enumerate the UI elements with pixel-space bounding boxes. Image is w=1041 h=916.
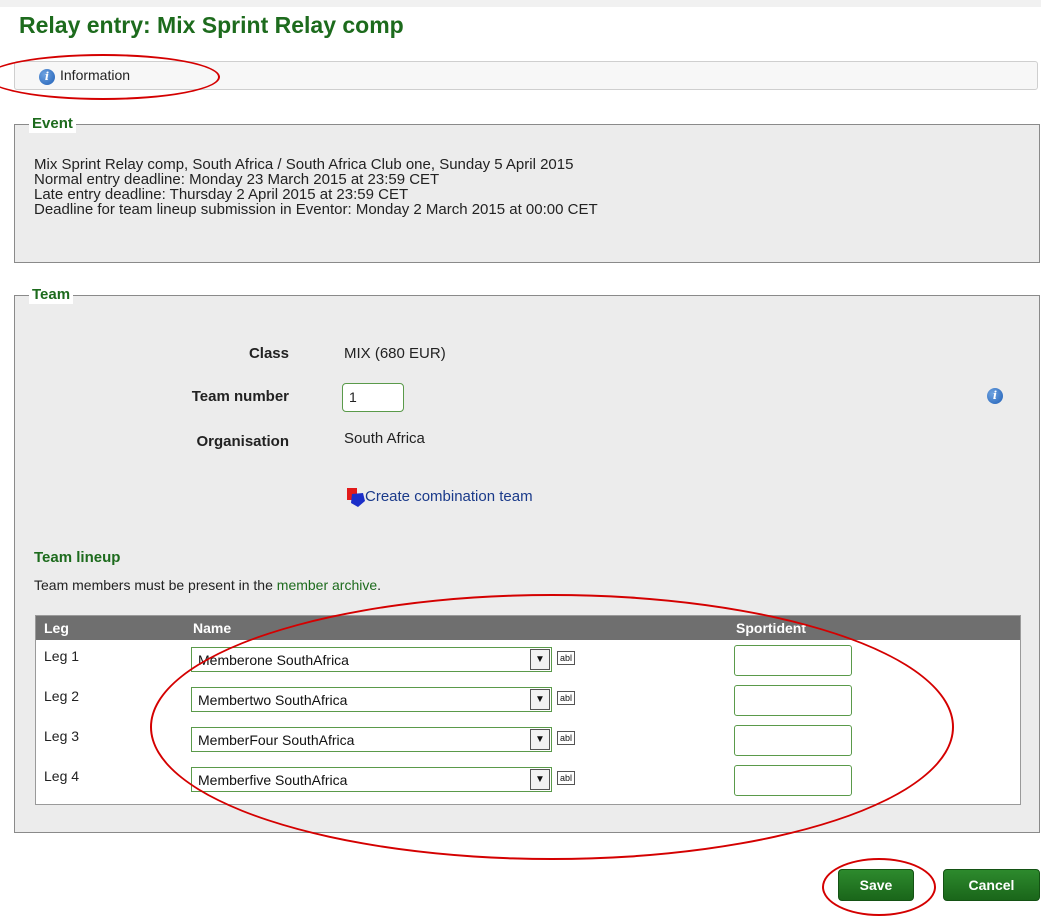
- chevron-down-icon[interactable]: ▼: [530, 689, 550, 710]
- member-select-value: Membertwo SouthAfrica: [198, 692, 348, 708]
- lineup-note: Team members must be present in the memb…: [34, 577, 381, 593]
- leg-label: Leg 3: [44, 728, 80, 744]
- member-select-value: MemberFour SouthAfrica: [198, 732, 355, 748]
- event-legend: Event: [29, 115, 76, 133]
- sportident-input[interactable]: [734, 685, 852, 716]
- event-panel: Event Mix Sprint Relay comp, South Afric…: [14, 115, 1040, 263]
- member-archive-link[interactable]: member archive: [277, 577, 377, 593]
- table-row: Leg 2 Membertwo SouthAfrica ▼ abl: [36, 680, 1020, 720]
- edit-name-icon[interactable]: abl: [557, 771, 575, 785]
- event-line: Normal entry deadline: Monday 23 March 2…: [34, 171, 440, 188]
- top-strip: [0, 0, 1041, 7]
- edit-name-icon[interactable]: abl: [557, 731, 575, 745]
- leg-label: Leg 1: [44, 648, 80, 664]
- class-label: Class: [248, 345, 289, 362]
- column-header-name: Name: [193, 620, 232, 636]
- information-label: Information: [60, 67, 131, 83]
- event-details: Mix Sprint Relay comp, South Africa / So…: [34, 157, 598, 217]
- event-line: Mix Sprint Relay comp, South Africa / So…: [34, 156, 574, 173]
- event-line: Deadline for team lineup submission in E…: [34, 201, 598, 218]
- leg-label: Leg 4: [44, 768, 80, 784]
- member-select[interactable]: Memberone SouthAfrica ▼: [191, 647, 552, 672]
- sportident-input[interactable]: [734, 645, 852, 676]
- team-number-input[interactable]: 1: [342, 383, 404, 412]
- lineup-note-text: Team members must be present in the: [34, 577, 277, 593]
- organisation-value: South Africa: [344, 430, 425, 447]
- member-select[interactable]: Membertwo SouthAfrica ▼: [191, 687, 552, 712]
- member-select[interactable]: MemberFour SouthAfrica ▼: [191, 727, 552, 752]
- organisation-label: Organisation: [196, 433, 289, 450]
- chevron-down-icon[interactable]: ▼: [530, 769, 550, 790]
- team-lineup-heading: Team lineup: [34, 549, 121, 566]
- column-header-sportident: Sportident: [736, 620, 806, 636]
- team-number-label: Team number: [191, 388, 289, 405]
- table-row: Leg 3 MemberFour SouthAfrica ▼ abl: [36, 720, 1020, 760]
- page-title: Relay entry: Mix Sprint Relay comp: [19, 12, 404, 38]
- chevron-down-icon[interactable]: ▼: [530, 729, 550, 750]
- member-select[interactable]: Memberfive SouthAfrica ▼: [191, 767, 552, 792]
- class-value: MIX (680 EUR): [344, 345, 446, 362]
- info-icon: i: [39, 69, 55, 85]
- team-panel: Team Class MIX (680 EUR) Team number 1 i…: [14, 286, 1040, 833]
- member-select-value: Memberfive SouthAfrica: [198, 772, 348, 788]
- cancel-button[interactable]: Cancel: [943, 869, 1040, 901]
- event-line: Late entry deadline: Thursday 2 April 20…: [34, 186, 409, 203]
- information-bar[interactable]: i Information: [14, 61, 1038, 90]
- save-button[interactable]: Save: [838, 869, 914, 901]
- lineup-note-end: .: [377, 577, 382, 593]
- create-combination-team-link[interactable]: Create combination team: [365, 488, 533, 505]
- table-row: Leg 4 Memberfive SouthAfrica ▼ abl: [36, 760, 1020, 800]
- table-row: Leg 1 Memberone SouthAfrica ▼ abl: [36, 640, 1020, 680]
- sportident-input[interactable]: [734, 765, 852, 796]
- edit-name-icon[interactable]: abl: [557, 691, 575, 705]
- team-legend: Team: [29, 286, 74, 304]
- combination-team-icon[interactable]: [345, 486, 367, 508]
- sportident-input[interactable]: [734, 725, 852, 756]
- member-select-value: Memberone SouthAfrica: [198, 652, 349, 668]
- edit-name-icon[interactable]: abl: [557, 651, 575, 665]
- column-header-leg: Leg: [44, 620, 69, 636]
- team-lineup-table: Leg Name Sportident Leg 1 Memberone Sout…: [35, 615, 1021, 805]
- lineup-header-row: Leg Name Sportident: [36, 616, 1020, 640]
- team-info-icon[interactable]: i: [987, 388, 1003, 404]
- chevron-down-icon[interactable]: ▼: [530, 649, 550, 670]
- leg-label: Leg 2: [44, 688, 80, 704]
